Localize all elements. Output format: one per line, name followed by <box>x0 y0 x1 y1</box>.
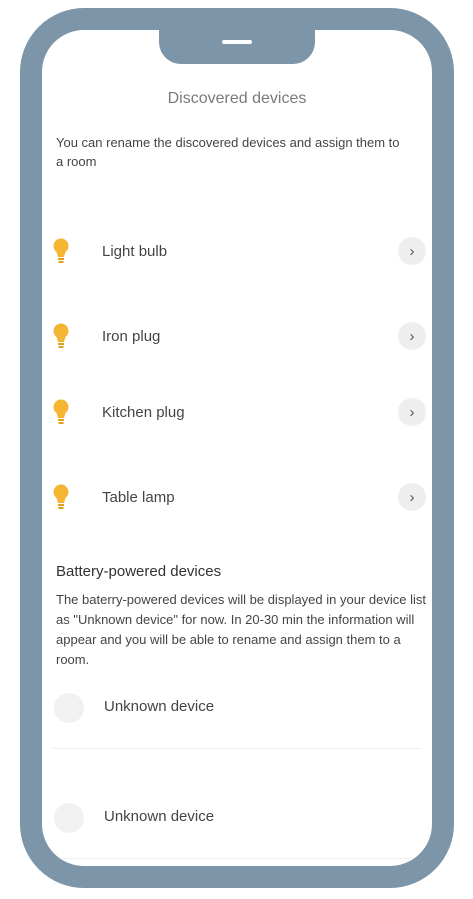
phone-frame: Discovered devices You can rename the di… <box>20 8 454 888</box>
battery-section-title: Battery-powered devices <box>56 563 222 580</box>
light-bulb-icon <box>53 323 69 348</box>
divider <box>52 858 422 859</box>
device-label: Unknown device <box>104 808 215 825</box>
device-row-iron-plug[interactable]: Iron plug › <box>52 313 432 359</box>
unknown-device-row[interactable]: Unknown device <box>52 685 432 731</box>
device-label: Table lamp <box>102 488 175 506</box>
intro-text: You can rename the discovered devices an… <box>56 135 400 169</box>
light-bulb-icon <box>53 238 69 263</box>
light-bulb-icon <box>53 484 69 509</box>
divider <box>52 748 422 749</box>
chevron-right-icon[interactable]: › <box>398 483 426 511</box>
chevron-right-icon[interactable]: › <box>398 237 426 265</box>
device-row-kitchen-plug[interactable]: Kitchen plug › <box>52 389 432 435</box>
page-title: Discovered devices <box>167 90 307 107</box>
light-bulb-icon <box>53 399 69 424</box>
device-label: Light bulb <box>102 242 168 260</box>
screen: Discovered devices You can rename the di… <box>42 30 432 866</box>
device-label: Unknown device <box>104 698 215 715</box>
device-placeholder-icon <box>54 803 84 833</box>
device-row-table-lamp[interactable]: Table lamp › <box>52 474 432 520</box>
device-label: Kitchen plug <box>102 403 185 421</box>
device-row-light-bulb[interactable]: Light bulb › <box>52 228 432 274</box>
device-placeholder-icon <box>54 693 84 723</box>
battery-section-description: The baterry-powered devices will be disp… <box>56 592 426 667</box>
unknown-device-row[interactable]: Unknown device <box>52 795 432 841</box>
chevron-right-icon[interactable]: › <box>398 398 426 426</box>
chevron-right-icon[interactable]: › <box>398 322 426 350</box>
device-label: Iron plug <box>102 327 161 345</box>
